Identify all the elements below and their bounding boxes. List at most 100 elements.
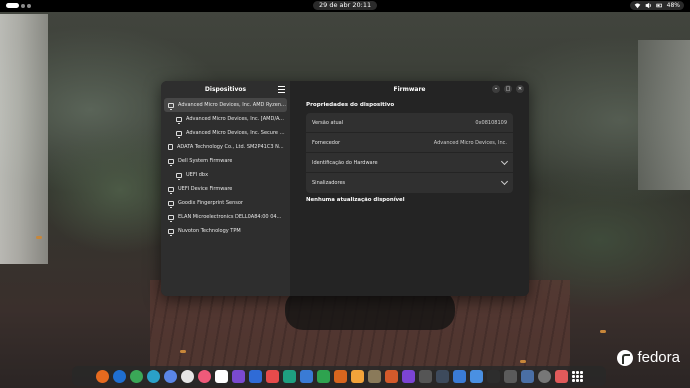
device-item[interactable]: Nuvoton Technology TPM xyxy=(164,224,287,238)
grid-dot xyxy=(575,378,579,382)
device-item[interactable]: UEFI dbx xyxy=(164,168,287,182)
flags-label: Sinalizadores xyxy=(312,180,346,186)
extensions-icon[interactable] xyxy=(452,369,466,383)
dock xyxy=(72,366,606,386)
maximize-button[interactable]: □ xyxy=(504,85,512,93)
monitor-icon xyxy=(168,158,174,166)
device-item[interactable]: UEFI Device Firmware xyxy=(164,182,287,196)
window-controls: – □ ✕ xyxy=(492,85,524,93)
device-item[interactable]: Dell System Firmware xyxy=(164,154,287,168)
thunderbird-icon[interactable] xyxy=(112,369,126,383)
sheets-icon[interactable] xyxy=(316,369,330,383)
tweaks-icon[interactable] xyxy=(469,369,483,383)
close-button[interactable]: ✕ xyxy=(516,85,524,93)
monitor-icon xyxy=(168,228,174,236)
device-item[interactable]: Advanced Micro Devices, Inc. Secure Pr..… xyxy=(164,126,287,140)
terminal-icon[interactable] xyxy=(486,369,500,383)
appstore-icon[interactable] xyxy=(265,369,279,383)
files-icon[interactable] xyxy=(520,369,534,383)
video-icon[interactable] xyxy=(231,369,245,383)
monitor-app-icon[interactable] xyxy=(435,369,449,383)
device-item[interactable]: Advanced Micro Devices, Inc. AMD Ryzen .… xyxy=(164,98,287,112)
hardware-id-expander[interactable]: Identificação do Hardware xyxy=(306,153,513,173)
app-grid-icon[interactable] xyxy=(571,370,583,382)
layers-icon[interactable] xyxy=(350,369,364,383)
chevron-down-icon xyxy=(500,177,509,186)
image-viewer-icon[interactable] xyxy=(384,369,398,383)
device-item-label: Advanced Micro Devices, Inc. AMD Ryzen .… xyxy=(178,102,287,108)
impress-icon[interactable] xyxy=(333,369,347,383)
flags-expander[interactable]: Sinalizadores xyxy=(306,173,513,193)
device-item-label: UEFI Device Firmware xyxy=(178,186,233,192)
photos-icon[interactable] xyxy=(248,369,262,383)
wallpaper-house xyxy=(0,14,48,264)
wifi-icon xyxy=(634,3,640,9)
device-item-label: Advanced Micro Devices, Inc. [AMD/ATI... xyxy=(186,116,287,122)
fedora-wordmark: fedora xyxy=(637,349,680,366)
music-icon[interactable] xyxy=(554,369,568,383)
screenshot-icon[interactable] xyxy=(503,369,517,383)
device-item[interactable]: Goodix Fingerprint Sensor xyxy=(164,196,287,210)
battery-percentage: 48% xyxy=(666,2,680,9)
device-list: Advanced Micro Devices, Inc. AMD Ryzen .… xyxy=(161,98,290,238)
device-item[interactable]: Advanced Micro Devices, Inc. [AMD/ATI... xyxy=(164,112,287,126)
monitor-icon xyxy=(168,186,174,194)
gimp-icon[interactable] xyxy=(367,369,381,383)
device-details: Firmware – □ ✕ Propriedades do dispositi… xyxy=(290,81,529,296)
firmware-window: Dispositivos Advanced Micro Devices, Inc… xyxy=(161,81,529,296)
device-item[interactable]: ADATA Technology Co., Ltd. SM2P41C3 N... xyxy=(164,140,287,154)
settings-icon[interactable] xyxy=(537,369,551,383)
monitor-icon xyxy=(176,172,182,180)
chevron-down-icon xyxy=(500,157,509,165)
device-item-label: Goodix Fingerprint Sensor xyxy=(178,200,243,206)
properties-list: Versão atual 0x08108109 Fornecedor Advan… xyxy=(306,113,513,193)
device-item[interactable]: ELAN Microelectronics DELL0A84:00 04... xyxy=(164,210,287,224)
current-version-value: 0x08108109 xyxy=(475,119,507,126)
system-status-menu[interactable]: 48% xyxy=(629,1,684,10)
device-item-label: ADATA Technology Co., Ltd. SM2P41C3 N... xyxy=(177,144,284,150)
menu-line xyxy=(278,89,285,90)
monitor-icon xyxy=(168,200,174,208)
monitor-icon xyxy=(176,116,182,124)
docs-icon[interactable] xyxy=(299,369,313,383)
main-menu-button[interactable] xyxy=(278,86,285,93)
monitor-icon xyxy=(168,214,174,222)
grid-dot xyxy=(575,370,579,374)
heart-icon[interactable] xyxy=(418,369,432,383)
workspace-active-indicator xyxy=(6,3,19,8)
grid-dot xyxy=(575,374,579,378)
drawing-icon[interactable] xyxy=(282,369,296,383)
volume-icon xyxy=(645,2,651,9)
chrome-icon[interactable] xyxy=(129,369,143,383)
workspace-indicator xyxy=(27,3,31,8)
no-update-message: Nenhuma atualização disponível xyxy=(306,197,405,203)
menu-line xyxy=(278,86,285,87)
menu-line xyxy=(278,92,285,93)
activities-button[interactable] xyxy=(6,3,31,8)
settings-app-icon[interactable] xyxy=(197,369,211,383)
leaf-decoration xyxy=(36,236,42,239)
vivaldi-icon[interactable] xyxy=(180,369,194,383)
vendor-row: Fornecedor Advanced Micro Devices, Inc. xyxy=(306,133,513,153)
clock[interactable]: 29 de abr 20:11 xyxy=(313,1,378,10)
wallpaper-car xyxy=(285,290,455,330)
monitor-icon xyxy=(176,130,182,138)
grid-dot xyxy=(579,378,583,382)
edge-icon[interactable] xyxy=(146,369,160,383)
device-item-label: Advanced Micro Devices, Inc. Secure Pr..… xyxy=(186,130,287,136)
grid-dot xyxy=(571,378,575,382)
chromium-icon[interactable] xyxy=(163,369,177,383)
grid-dot xyxy=(579,374,583,378)
grid-dot xyxy=(571,374,575,378)
fedora-logo-icon xyxy=(617,349,634,366)
hardware-id-label: Identificação do Hardware xyxy=(312,159,378,166)
sidebar-title: Dispositivos xyxy=(204,86,247,93)
minimize-button[interactable]: – xyxy=(492,85,500,93)
firefox-icon[interactable] xyxy=(95,369,109,383)
vendor-value: Advanced Micro Devices, Inc. xyxy=(433,139,507,146)
calendar-icon[interactable] xyxy=(214,369,228,383)
obsidian-icon[interactable] xyxy=(401,369,415,383)
grid-dot xyxy=(579,370,583,374)
grid-dot xyxy=(571,370,575,374)
current-version-row: Versão atual 0x08108109 xyxy=(306,113,513,133)
